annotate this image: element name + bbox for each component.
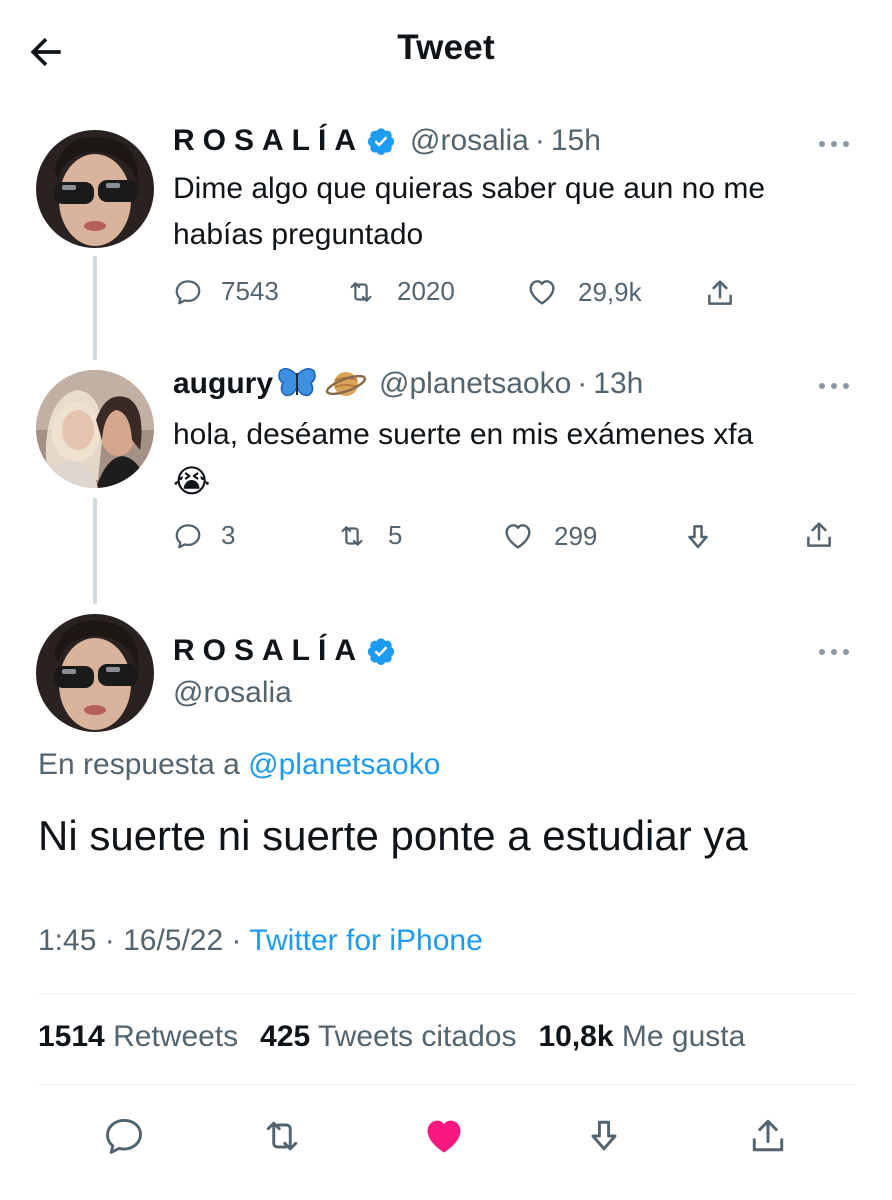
retweet-button[interactable]: 5 bbox=[334, 520, 402, 551]
reply-count: 7543 bbox=[221, 276, 279, 306]
more-options-button[interactable] bbox=[814, 374, 854, 398]
reply-count: 3 bbox=[221, 520, 236, 550]
stat-label: Tweets citados bbox=[318, 1020, 517, 1053]
tweet-time: 1:45 bbox=[38, 924, 97, 957]
retweet-icon bbox=[266, 1121, 298, 1151]
separator: · bbox=[231, 924, 242, 957]
retweets-stat[interactable]: 1514 Retweets bbox=[38, 1020, 238, 1054]
handle[interactable]: @rosalia bbox=[173, 676, 292, 710]
tweet-header: ROSALÍA bbox=[173, 634, 410, 668]
thread-connector bbox=[93, 498, 97, 604]
heart-outline-icon bbox=[505, 524, 531, 549]
more-options-button[interactable] bbox=[814, 640, 854, 664]
share-icon bbox=[708, 280, 732, 305]
stat-label: Me gusta bbox=[621, 1020, 746, 1053]
verified-badge-icon bbox=[367, 128, 395, 155]
main-tweet-text: Ni suerte ni suerte ponte a estudiar ya bbox=[38, 812, 748, 859]
tweet-text: hola, deséame suerte en mis exámenes xfa… bbox=[173, 412, 753, 504]
like-button[interactable]: 29,9k bbox=[524, 276, 642, 308]
verified-badge-icon bbox=[367, 638, 395, 665]
more-horizontal-icon bbox=[819, 141, 849, 147]
engagement-stats: 1514 Retweets 425 Tweets citados 10,8k M… bbox=[38, 1020, 767, 1054]
reply-button[interactable]: 7543 bbox=[173, 276, 279, 307]
thread-connector bbox=[93, 256, 97, 360]
avatar[interactable] bbox=[36, 130, 154, 248]
page-title: Tweet bbox=[397, 28, 495, 67]
timestamp[interactable]: 15h bbox=[551, 124, 601, 158]
header: Tweet bbox=[0, 0, 892, 100]
stat-value: 10,8k bbox=[538, 1020, 614, 1053]
more-horizontal-icon bbox=[819, 383, 849, 389]
retweet-icon bbox=[341, 525, 363, 546]
tweet-header: ROSALÍA @rosalia · 15h bbox=[173, 124, 601, 158]
share-button[interactable] bbox=[703, 276, 737, 310]
retweet-count: 2020 bbox=[397, 276, 455, 306]
reply-button[interactable] bbox=[100, 1112, 148, 1160]
quote-tweets-stat[interactable]: 425 Tweets citados bbox=[260, 1020, 516, 1054]
more-options-button[interactable] bbox=[814, 132, 854, 156]
source-link[interactable]: Twitter for iPhone bbox=[249, 924, 482, 957]
separator: · bbox=[534, 124, 545, 157]
share-icon bbox=[807, 522, 831, 547]
handle[interactable]: @rosalia bbox=[410, 124, 529, 158]
like-count: 29,9k bbox=[578, 276, 642, 307]
bookmark-button[interactable] bbox=[681, 520, 715, 554]
retweet-button[interactable] bbox=[258, 1112, 306, 1160]
retweet-icon bbox=[350, 281, 372, 302]
share-button[interactable] bbox=[802, 518, 836, 552]
reply-prefix: En respuesta a bbox=[38, 748, 240, 781]
reply-icon bbox=[175, 523, 201, 548]
stat-label: Retweets bbox=[113, 1020, 239, 1053]
reply-icon bbox=[106, 1118, 142, 1154]
reply-to-link[interactable]: @planetsaoko bbox=[248, 748, 440, 781]
separator: · bbox=[577, 367, 588, 400]
tweet-text-line: Dime algo que quieras saber que aun no m… bbox=[173, 172, 766, 205]
crying-emoji: 😭 bbox=[173, 463, 211, 499]
retweet-button[interactable]: 2020 bbox=[343, 276, 455, 307]
display-name[interactable]: augury bbox=[173, 367, 273, 401]
divider bbox=[38, 993, 856, 994]
stat-value: 425 bbox=[260, 1020, 311, 1053]
divider bbox=[38, 1084, 856, 1085]
share-icon bbox=[752, 1119, 784, 1152]
ringed-planet-emoji-icon bbox=[325, 372, 367, 396]
tweet-header: augury @planetsaoko · 13h bbox=[173, 366, 643, 402]
handle[interactable]: @planetsaoko bbox=[379, 367, 571, 401]
tweet-text: Dime algo que quieras saber que aun no m… bbox=[173, 166, 765, 258]
more-horizontal-icon bbox=[819, 649, 849, 655]
display-name[interactable]: ROSALÍA bbox=[173, 634, 364, 668]
download-arrow-icon bbox=[688, 525, 708, 549]
tweet-text-line: hola, deséame suerte en mis exámenes xfa bbox=[173, 418, 754, 451]
display-name[interactable]: ROSALÍA bbox=[173, 124, 364, 158]
reply-button[interactable]: 3 bbox=[173, 520, 235, 551]
like-button[interactable] bbox=[420, 1112, 468, 1160]
tweet-text-line: habías preguntado bbox=[173, 218, 424, 251]
reply-context: En respuesta a @planetsaoko bbox=[38, 748, 440, 782]
reply-icon bbox=[175, 279, 201, 304]
like-button[interactable]: 299 bbox=[500, 520, 597, 552]
butterfly-emoji-icon bbox=[278, 368, 316, 397]
avatar[interactable] bbox=[36, 614, 154, 732]
avatar[interactable] bbox=[36, 370, 154, 488]
likes-stat[interactable]: 10,8k Me gusta bbox=[538, 1020, 745, 1054]
timestamp[interactable]: 13h bbox=[593, 367, 643, 401]
separator: · bbox=[104, 924, 115, 957]
download-arrow-icon bbox=[591, 1120, 617, 1151]
heart-filled-icon bbox=[427, 1120, 461, 1153]
retweet-count: 5 bbox=[388, 520, 403, 550]
tweet-meta: 1:45 · 16/5/22 · Twitter for iPhone bbox=[38, 924, 483, 958]
share-button[interactable] bbox=[744, 1112, 792, 1160]
like-count: 299 bbox=[554, 520, 598, 551]
heart-outline-icon bbox=[529, 280, 555, 305]
tweet-date: 16/5/22 bbox=[123, 924, 224, 957]
stat-value: 1514 bbox=[38, 1020, 105, 1053]
bookmark-button[interactable] bbox=[580, 1112, 628, 1160]
